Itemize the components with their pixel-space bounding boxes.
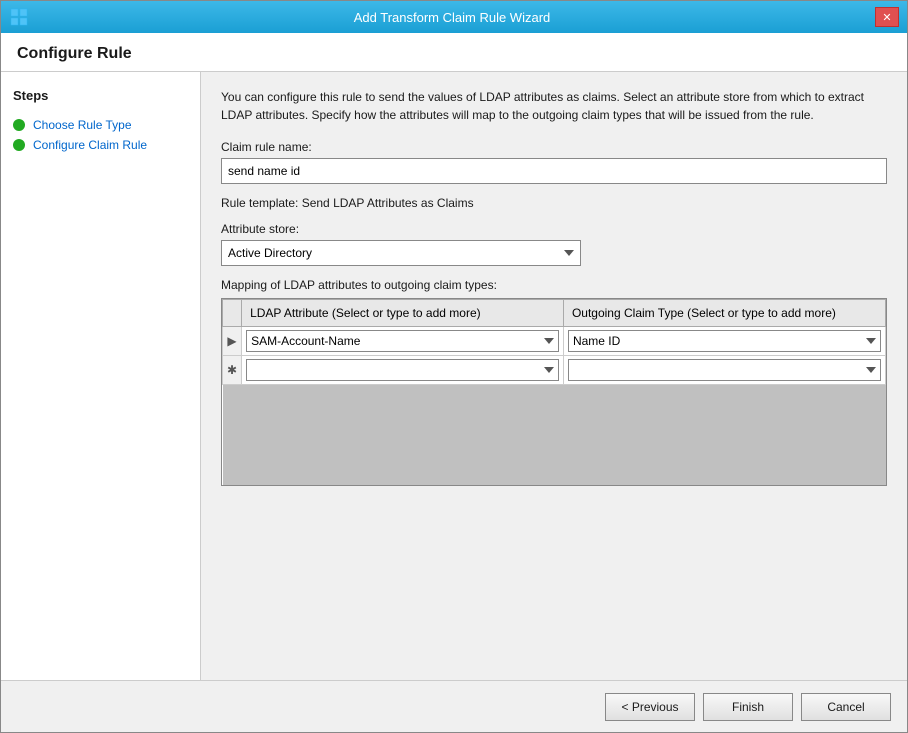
- finish-button[interactable]: Finish: [703, 693, 793, 721]
- claim-rule-name-label: Claim rule name:: [221, 140, 887, 154]
- title-bar: Add Transform Claim Rule Wizard ✕: [1, 1, 907, 33]
- app-icon: [9, 7, 29, 27]
- attribute-store-select[interactable]: Active Directory: [221, 240, 581, 266]
- row2-outgoing-select[interactable]: [568, 359, 881, 381]
- description-text: You can configure this rule to send the …: [221, 88, 887, 124]
- attribute-store-label: Attribute store:: [221, 222, 887, 236]
- rule-template-text: Rule template: Send LDAP Attributes as C…: [221, 196, 887, 210]
- sidebar-item-label-configure-claim-rule: Configure Claim Rule: [33, 138, 147, 152]
- sidebar-item-label-choose-rule-type: Choose Rule Type: [33, 118, 132, 132]
- mapping-label: Mapping of LDAP attributes to outgoing c…: [221, 278, 887, 292]
- sidebar-item-choose-rule-type[interactable]: Choose Rule Type: [13, 115, 188, 135]
- attribute-store-group: Attribute store: Active Directory: [221, 222, 887, 266]
- row1-ldap-select[interactable]: SAM-Account-Name: [246, 330, 559, 352]
- steps-label: Steps: [13, 88, 188, 103]
- close-button[interactable]: ✕: [875, 7, 899, 27]
- sidebar-item-configure-claim-rule[interactable]: Configure Claim Rule: [13, 135, 188, 155]
- mapping-table: LDAP Attribute (Select or type to add mo…: [222, 299, 886, 485]
- cancel-button[interactable]: Cancel: [801, 693, 891, 721]
- mapping-table-container: LDAP Attribute (Select or type to add mo…: [221, 298, 887, 486]
- row2-outgoing-cell: [563, 356, 885, 385]
- main-area: Steps Choose Rule Type Configure Claim R…: [1, 72, 907, 680]
- page-title: Configure Rule: [17, 45, 891, 63]
- step-dot-configure-claim-rule: [13, 139, 25, 151]
- footer: < Previous Finish Cancel: [1, 680, 907, 732]
- page-header: Configure Rule: [1, 33, 907, 72]
- row1-outgoing-cell: Name ID: [563, 327, 885, 356]
- col-indicator-header: [223, 300, 242, 327]
- previous-button[interactable]: < Previous: [605, 693, 695, 721]
- table-empty-row: [223, 385, 886, 485]
- wizard-window: Add Transform Claim Rule Wizard ✕ Config…: [0, 0, 908, 733]
- table-row: ▶ SAM-Account-Name Name ID: [223, 327, 886, 356]
- row2-indicator: ✱: [223, 356, 242, 385]
- row2-ldap-cell: [242, 356, 564, 385]
- claim-rule-name-group: Claim rule name:: [221, 140, 887, 184]
- row1-indicator: ▶: [223, 327, 242, 356]
- claim-rule-name-input[interactable]: [221, 158, 887, 184]
- row2-ldap-select[interactable]: [246, 359, 559, 381]
- table-row: ✱: [223, 356, 886, 385]
- row1-outgoing-select[interactable]: Name ID: [568, 330, 881, 352]
- sidebar: Steps Choose Rule Type Configure Claim R…: [1, 72, 201, 680]
- table-header-row: LDAP Attribute (Select or type to add mo…: [223, 300, 886, 327]
- table-empty-cell: [223, 385, 886, 485]
- window-content: Configure Rule Steps Choose Rule Type Co…: [1, 33, 907, 732]
- col-ldap-header: LDAP Attribute (Select or type to add mo…: [242, 300, 564, 327]
- row1-ldap-cell: SAM-Account-Name: [242, 327, 564, 356]
- step-dot-choose-rule-type: [13, 119, 25, 131]
- content-area: You can configure this rule to send the …: [201, 72, 907, 680]
- col-outgoing-header: Outgoing Claim Type (Select or type to a…: [563, 300, 885, 327]
- window-title: Add Transform Claim Rule Wizard: [29, 10, 875, 25]
